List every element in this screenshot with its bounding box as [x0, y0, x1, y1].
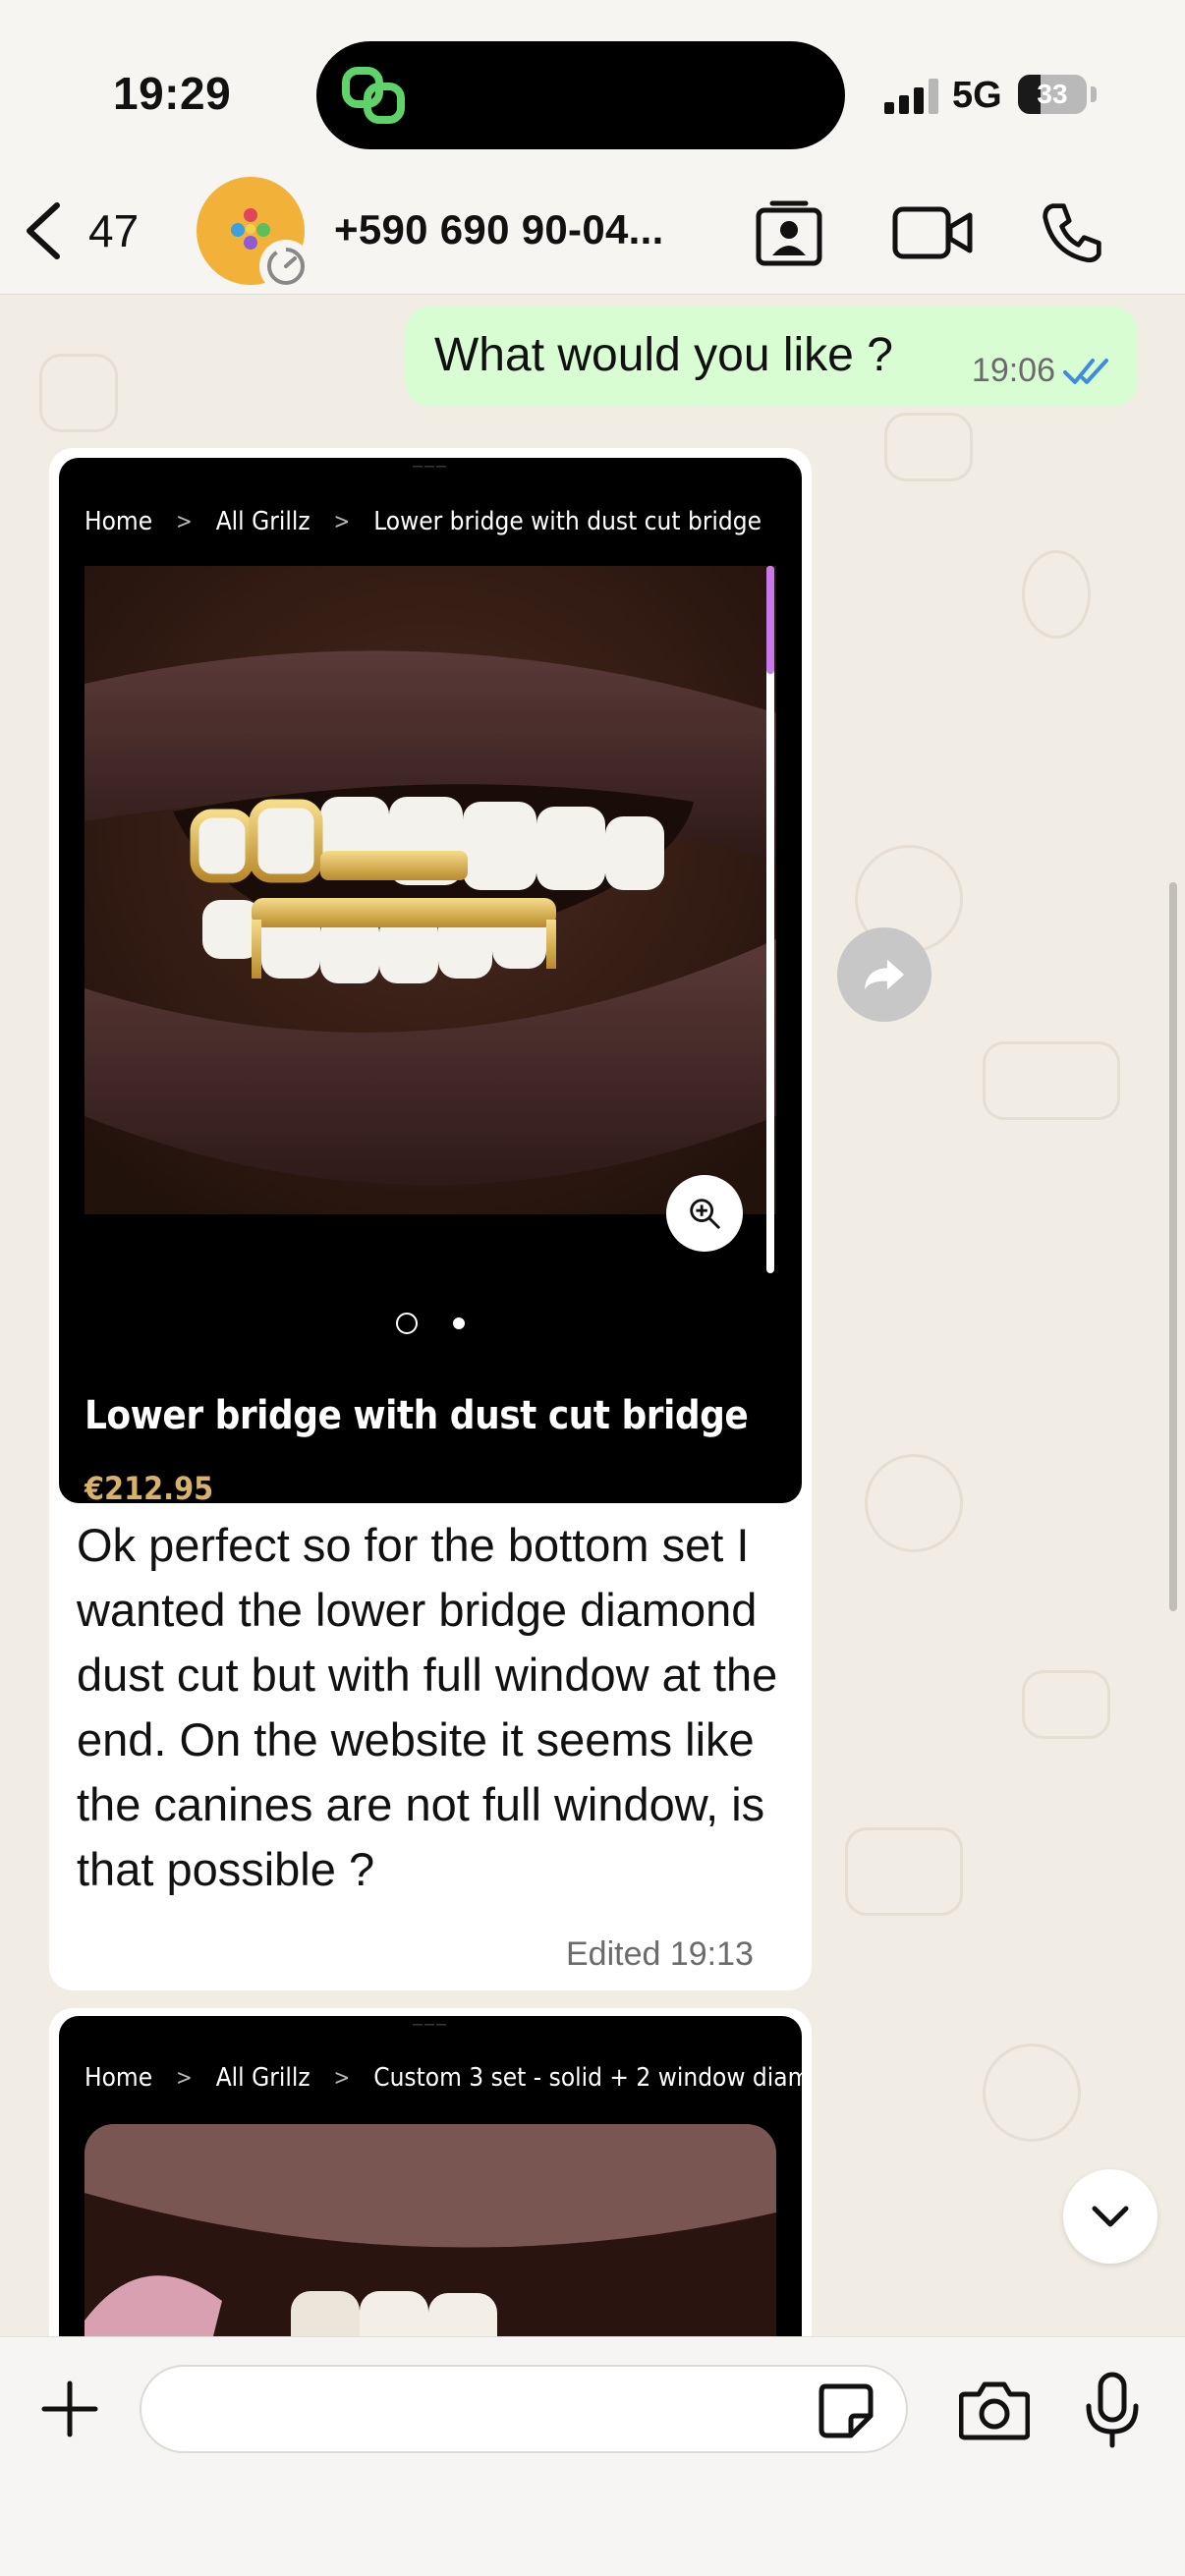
attach-button[interactable]: [35, 2375, 104, 2443]
microphone-icon[interactable]: [1083, 2371, 1142, 2449]
breadcrumb-category: All Grillz: [215, 507, 310, 536]
battery-icon: 33: [1018, 75, 1087, 114]
unread-count: 47: [88, 205, 140, 256]
network-type: 5G: [952, 75, 1002, 116]
image-pager: [59, 1313, 802, 1334]
link-preview-card[interactable]: ─── Home > All Grillz > Lower bridge wit…: [59, 458, 802, 1503]
back-button[interactable]: 47: [22, 196, 159, 265]
camera-icon[interactable]: [959, 2377, 1030, 2441]
image-scrollbar[interactable]: [766, 566, 774, 1273]
forward-share-icon: [864, 959, 905, 990]
phone-call-icon: [1043, 203, 1101, 263]
brand-logo: ───: [413, 2016, 448, 2032]
signal-strength-icon: [884, 77, 939, 114]
plus-icon: [41, 2380, 98, 2437]
status-bar: 19:29 5G 33: [0, 0, 1185, 187]
video-call-icon: [892, 206, 973, 259]
scroll-to-bottom-button[interactable]: [1063, 2169, 1157, 2264]
disappearing-timer-icon: [259, 240, 312, 293]
outgoing-message-meta: 19:06: [972, 352, 1112, 390]
breadcrumb-separator-icon: >: [176, 509, 193, 534]
chat-scrollbar[interactable]: [1169, 882, 1177, 1611]
brand-logo: ───: [413, 458, 448, 474]
incoming-message-meta: Edited 19:13: [566, 1935, 754, 1973]
pager-dot[interactable]: [396, 1313, 418, 1334]
back-chevron-icon: [27, 202, 60, 259]
sticker-icon[interactable]: [816, 2380, 875, 2439]
breadcrumb-separator-icon: >: [176, 2065, 193, 2091]
message-input[interactable]: [140, 2365, 908, 2453]
zoom-button[interactable]: [666, 1175, 743, 1252]
breadcrumb-product: Custom 3 set - solid + 2 window diamond …: [373, 2063, 802, 2093]
breadcrumb: Home > All Grillz > Custom 3 set - solid…: [85, 2063, 802, 2093]
link-preview-card[interactable]: ─── Home > All Grillz > Custom 3 set - s…: [59, 2016, 802, 2340]
contact-card-button[interactable]: [745, 189, 833, 277]
double-check-read-icon: [1063, 358, 1108, 384]
avatar[interactable]: [197, 177, 312, 293]
contact-card-icon: [756, 200, 822, 266]
breadcrumb-product: Lower bridge with dust cut bridge: [373, 507, 762, 536]
product-title: Lower bridge with dust cut bridge: [85, 1393, 749, 1438]
zoom-in-icon: [690, 1199, 720, 1229]
outgoing-message-text: What would you like ?: [434, 329, 893, 381]
product-price: €212.95: [85, 1470, 214, 1503]
phone-call-button[interactable]: [1028, 189, 1116, 277]
status-time: 19:29: [113, 68, 232, 119]
compose-bar: [0, 2336, 1185, 2576]
breadcrumb: Home > All Grillz > Lower bridge with du…: [85, 507, 762, 536]
battery-tip: [1091, 86, 1097, 102]
product-photo: [85, 566, 776, 1214]
chevron-down-icon: [1092, 2206, 1129, 2227]
breadcrumb-category: All Grillz: [215, 2063, 310, 2093]
product-photo: [85, 2124, 776, 2340]
outgoing-message-time: 19:06: [971, 352, 1055, 389]
breadcrumb-home: Home: [85, 2063, 153, 2093]
battery-level: 33: [1037, 79, 1068, 109]
outgoing-message[interactable]: What would you like ? 19:06: [405, 307, 1138, 407]
breadcrumb-separator-icon: >: [333, 2065, 351, 2091]
pager-dot-active[interactable]: [453, 1317, 465, 1329]
breadcrumb-separator-icon: >: [333, 509, 351, 534]
forward-button[interactable]: [837, 927, 931, 1022]
incoming-message-text: Ok perfect so for the bottom set I wante…: [77, 1519, 778, 1895]
video-call-button[interactable]: [888, 189, 977, 277]
chat-header: 47 +590 690 90-04...: [0, 167, 1185, 295]
breadcrumb-home: Home: [85, 507, 153, 536]
contact-name[interactable]: +590 690 90-04...: [334, 206, 664, 253]
link-app-icon: [342, 67, 405, 124]
